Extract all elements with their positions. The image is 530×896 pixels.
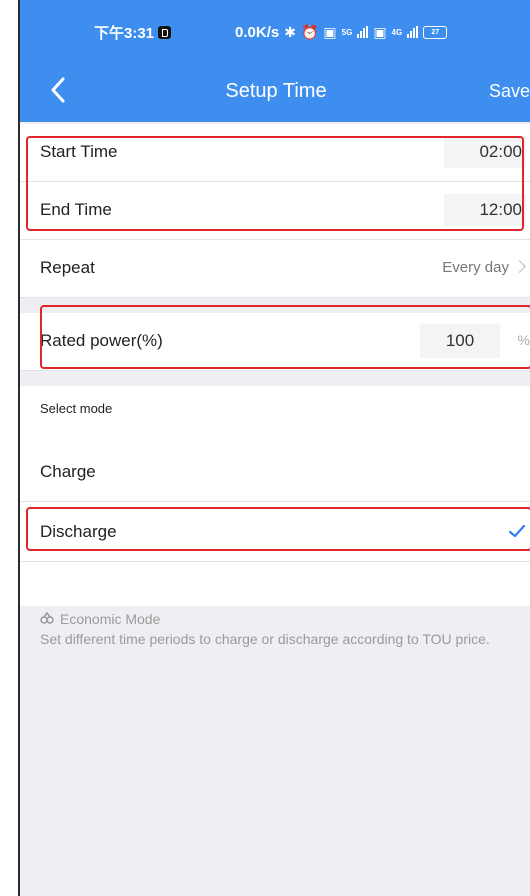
battery-icon: 27 xyxy=(423,25,448,39)
signal-icon-2 xyxy=(407,26,419,38)
checkmark-icon xyxy=(508,524,526,543)
hd-icon: ▣ xyxy=(323,23,337,40)
save-button[interactable]: Save xyxy=(489,81,530,102)
page-title: Setup Time xyxy=(225,80,327,102)
end-time-label: End Time xyxy=(40,200,112,219)
net-type-5g: 5G xyxy=(341,27,353,37)
mode-option-label: Charge xyxy=(40,462,96,481)
rated-power-label: Rated power(%) xyxy=(40,331,163,350)
network-speed: 0.0K/s xyxy=(235,23,280,41)
scale-icon xyxy=(40,609,54,629)
note-text: Set different time periods to charge or … xyxy=(40,631,490,647)
percent-unit: % xyxy=(517,332,530,348)
select-mode-label: Select mode xyxy=(40,401,113,416)
mode-option-discharge[interactable]: Discharge xyxy=(20,504,530,562)
start-time-label: Start Time xyxy=(40,142,118,161)
status-bar: 下午3:31 0.0K/s ✱ ⏰ ▣ 5G ▣ 4G 27 xyxy=(20,0,530,64)
alarm-icon: ⏰ xyxy=(300,23,319,40)
bluetooth-icon: ✱ xyxy=(284,23,296,40)
note-title-row: Economic Mode xyxy=(40,609,530,629)
rated-power-input[interactable]: 100 xyxy=(420,324,500,358)
start-time-row[interactable]: Start Time 02:00 xyxy=(20,124,530,182)
status-time: 下午3:31 xyxy=(94,24,155,42)
economic-mode-note: Economic Mode Set different time periods… xyxy=(40,609,530,649)
repeat-value-text: Every day xyxy=(442,259,509,276)
tiktok-notification-icon xyxy=(158,25,172,39)
hd-icon-2: ▣ xyxy=(373,23,387,40)
rated-power-row: Rated power(%) 100 % xyxy=(20,313,530,371)
signal-icon xyxy=(357,26,369,38)
mode-option-charge[interactable]: Charge xyxy=(20,444,530,502)
mode-option-label: Discharge xyxy=(40,522,117,541)
repeat-value: Every day xyxy=(442,259,526,276)
end-time-row[interactable]: End Time 12:00 xyxy=(20,182,530,240)
nav-bar: Setup Time Save xyxy=(20,64,530,122)
net-type-4g: 4G xyxy=(391,27,403,37)
app-header: 下午3:31 0.0K/s ✱ ⏰ ▣ 5G ▣ 4G 27 Setup Tim… xyxy=(20,0,530,122)
status-indicators: 0.0K/s ✱ ⏰ ▣ 5G ▣ 4G 27 xyxy=(235,23,448,41)
phone-screen: 下午3:31 0.0K/s ✱ ⏰ ▣ 5G ▣ 4G 27 Setup Tim… xyxy=(18,0,530,896)
end-time-value[interactable]: 12:00 xyxy=(444,194,526,226)
chevron-right-icon xyxy=(513,260,526,273)
status-time-group: 下午3:31 xyxy=(94,22,172,43)
start-time-value[interactable]: 02:00 xyxy=(444,136,526,168)
repeat-label: Repeat xyxy=(40,258,95,277)
note-title: Economic Mode xyxy=(60,611,161,627)
repeat-row[interactable]: Repeat Every day xyxy=(20,240,530,298)
